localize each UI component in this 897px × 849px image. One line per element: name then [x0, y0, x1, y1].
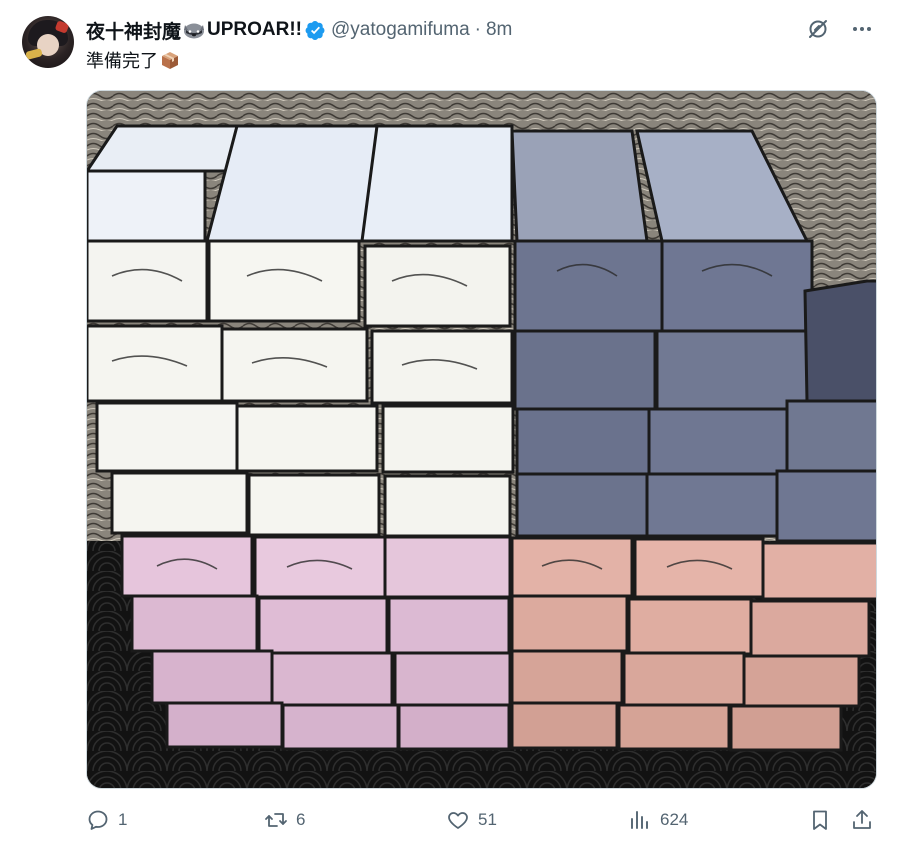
- reply-count: 1: [118, 810, 128, 829]
- reply-button[interactable]: 1: [86, 804, 127, 836]
- tweet-text: 準備完了: [86, 47, 180, 73]
- share-icon: [853, 810, 871, 829]
- views-count: 624: [660, 810, 689, 829]
- more-button[interactable]: [849, 16, 875, 42]
- grok-button[interactable]: [805, 16, 831, 42]
- views-icon: [631, 811, 648, 829]
- heart-icon: [448, 812, 468, 829]
- views-button[interactable]: 624: [628, 804, 688, 836]
- like-button[interactable]: 51: [446, 804, 497, 836]
- retweet-count: 6: [296, 810, 306, 829]
- photo-of-stacked-card-boxes: [87, 91, 876, 788]
- tweet-photo[interactable]: [86, 90, 877, 789]
- tweet-header: 夜十神封魔 UPROAR!! @yatogamifuma · 8m: [86, 17, 512, 44]
- tweet-actions: 1 6 51 624: [86, 804, 877, 836]
- timestamp[interactable]: 8m: [486, 19, 512, 41]
- display-name-suffix[interactable]: UPROAR!!: [207, 19, 302, 41]
- top-actions: [805, 16, 875, 42]
- package-icon: [162, 52, 178, 69]
- verified-badge-icon: [305, 20, 325, 40]
- retweet-button[interactable]: 6: [264, 804, 305, 836]
- display-name[interactable]: 夜十神封魔: [86, 17, 181, 44]
- avatar-accessory-2: [25, 48, 43, 60]
- share-button[interactable]: [850, 804, 874, 836]
- tweet-body: 準備完了: [86, 51, 158, 71]
- retweet-icon: [265, 813, 287, 827]
- like-count: 51: [478, 810, 497, 829]
- separator-dot: ·: [474, 19, 481, 40]
- bookmark-icon: [813, 810, 827, 830]
- raccoon-icon: [184, 23, 205, 39]
- author-handle[interactable]: @yatogamifuma: [331, 19, 470, 41]
- avatar[interactable]: [22, 16, 74, 68]
- grok-icon: [809, 20, 827, 38]
- more-icon: [853, 27, 871, 31]
- reply-icon: [88, 810, 108, 830]
- bookmark-button[interactable]: [808, 804, 832, 836]
